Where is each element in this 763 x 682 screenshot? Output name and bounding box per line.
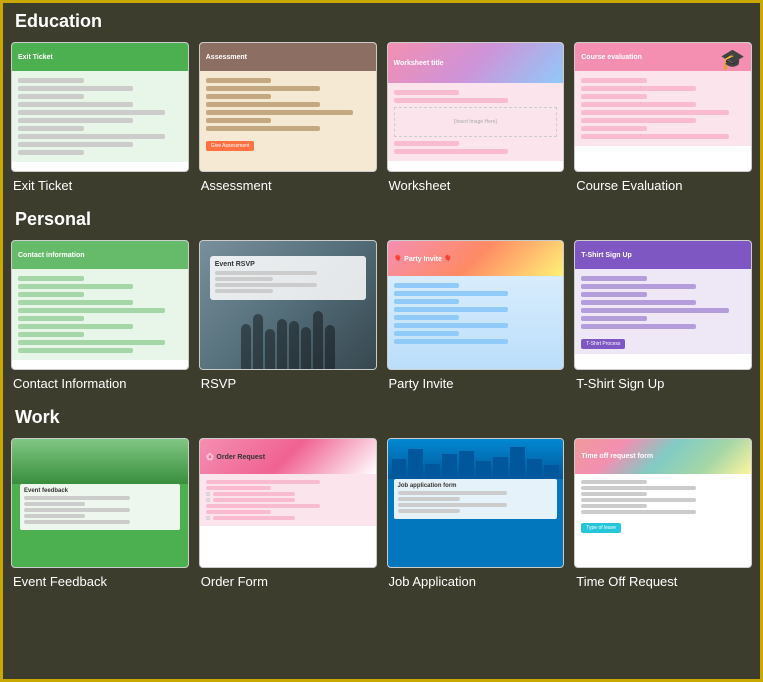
rsvp-card[interactable]: Event RSVP RSVP	[199, 240, 377, 391]
exit-ticket-card[interactable]: Exit Ticket Exit Ticket	[11, 42, 189, 193]
party-invite-thumbnail: 🎈 Party Invite 🎈	[387, 240, 565, 370]
exit-ticket-thumbnail: Exit Ticket	[11, 42, 189, 172]
personal-section: Personal Contact information C	[11, 209, 752, 391]
worksheet-label: Worksheet	[387, 178, 451, 193]
education-section: Education Exit Ticket Exit Tic	[11, 11, 752, 193]
work-section: Work Event feedback Event Feedback	[11, 407, 752, 589]
job-application-thumbnail: Job application form	[387, 438, 565, 568]
party-invite-card[interactable]: 🎈 Party Invite 🎈 Party Invite	[387, 240, 565, 391]
job-application-label: Job Application	[387, 574, 476, 589]
contact-information-label: Contact Information	[11, 376, 126, 391]
tshirt-signup-thumbnail: T-Shirt Sign Up T-Shirt Process	[574, 240, 752, 370]
order-form-card[interactable]: 🌸 Order Request	[199, 438, 377, 589]
event-feedback-label: Event Feedback	[11, 574, 107, 589]
contact-information-card[interactable]: Contact information Contact Information	[11, 240, 189, 391]
assessment-card[interactable]: Assessment Give Assessment Assessment	[199, 42, 377, 193]
tshirt-signup-card[interactable]: T-Shirt Sign Up T-Shirt Process T-Shirt …	[574, 240, 752, 391]
education-section-title: Education	[11, 11, 752, 32]
time-off-request-label: Time Off Request	[574, 574, 677, 589]
rsvp-thumbnail: Event RSVP	[199, 240, 377, 370]
event-feedback-card[interactable]: Event feedback Event Feedback	[11, 438, 189, 589]
time-off-request-thumbnail: Time off request form Type of leave	[574, 438, 752, 568]
work-grid: Event feedback Event Feedback 🌸 Order Re…	[11, 438, 752, 589]
worksheet-card[interactable]: Worksheet title [Insert Image Here] Work…	[387, 42, 565, 193]
assessment-thumbnail: Assessment Give Assessment	[199, 42, 377, 172]
tshirt-signup-label: T-Shirt Sign Up	[574, 376, 664, 391]
course-evaluation-card[interactable]: Course evaluation 🎓 Course Evaluation	[574, 42, 752, 193]
assessment-label: Assessment	[199, 178, 272, 193]
party-invite-label: Party Invite	[387, 376, 454, 391]
personal-grid: Contact information Contact Information	[11, 240, 752, 391]
personal-section-title: Personal	[11, 209, 752, 230]
order-form-thumbnail: 🌸 Order Request	[199, 438, 377, 568]
contact-information-thumbnail: Contact information	[11, 240, 189, 370]
exit-ticket-label: Exit Ticket	[11, 178, 72, 193]
course-evaluation-label: Course Evaluation	[574, 178, 682, 193]
education-grid: Exit Ticket Exit Ticket Asse	[11, 42, 752, 193]
work-section-title: Work	[11, 407, 752, 428]
rsvp-label: RSVP	[199, 376, 236, 391]
worksheet-thumbnail: Worksheet title [Insert Image Here]	[387, 42, 565, 172]
course-evaluation-thumbnail: Course evaluation 🎓	[574, 42, 752, 172]
order-form-label: Order Form	[199, 574, 268, 589]
time-off-request-card[interactable]: Time off request form Type of leave Time…	[574, 438, 752, 589]
event-feedback-thumbnail: Event feedback	[11, 438, 189, 568]
graduation-cap-icon: 🎓	[720, 47, 745, 72]
job-application-card[interactable]: Job application form Job Application	[387, 438, 565, 589]
